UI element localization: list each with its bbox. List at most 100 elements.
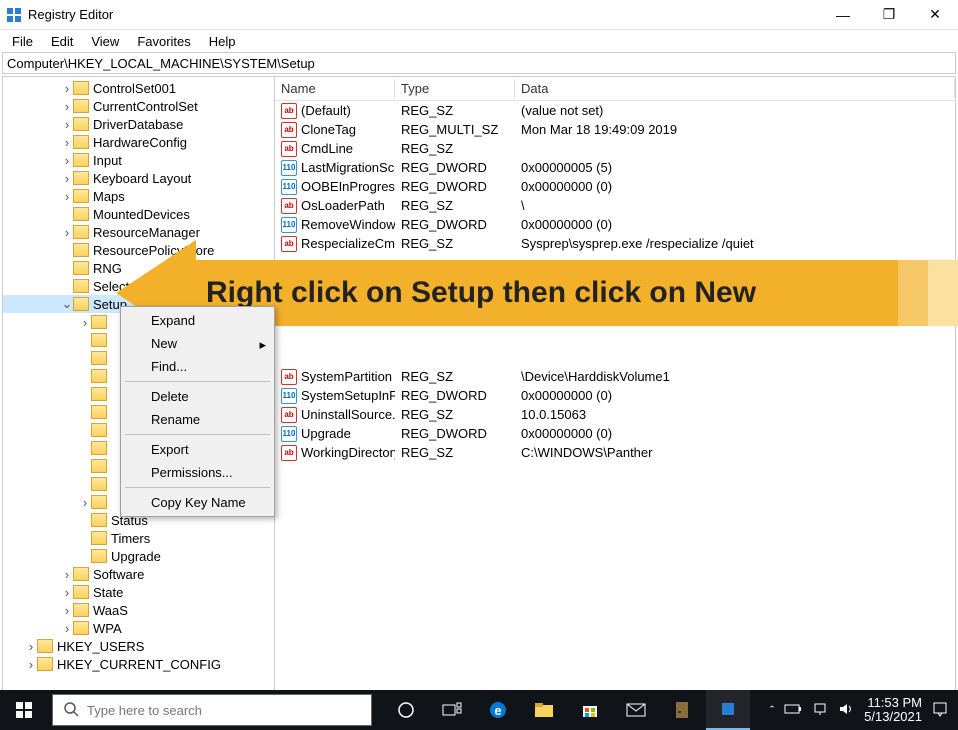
tree-item[interactable]: ›State xyxy=(3,583,274,601)
close-button[interactable]: ✕ xyxy=(912,0,958,30)
folder-icon xyxy=(91,405,107,419)
tree-item[interactable]: Select xyxy=(3,277,274,295)
tray-time[interactable]: 11:53 PM xyxy=(864,696,922,710)
value-row[interactable]: abSystemPartitionREG_SZ\Device\HarddiskV… xyxy=(275,367,955,386)
tray-volume-icon[interactable] xyxy=(838,702,854,719)
context-item-export[interactable]: Export xyxy=(123,438,272,461)
app-icon-1[interactable] xyxy=(660,690,704,730)
tree-item[interactable]: ›Maps xyxy=(3,187,274,205)
context-item-expand[interactable]: Expand xyxy=(123,309,272,332)
tree-item[interactable]: MountedDevices xyxy=(3,205,274,223)
tree-item[interactable]: ResourcePolicyStore xyxy=(3,241,274,259)
edge-icon[interactable]: e xyxy=(476,690,520,730)
store-icon[interactable] xyxy=(568,690,612,730)
expand-icon[interactable]: › xyxy=(61,153,73,168)
address-bar[interactable]: Computer\HKEY_LOCAL_MACHINE\SYSTEM\Setup xyxy=(2,52,956,74)
tree-item[interactable]: ›HardwareConfig xyxy=(3,133,274,151)
tree-item[interactable]: Upgrade xyxy=(3,547,274,565)
value-data: \Device\HarddiskVolume1 xyxy=(515,369,955,384)
file-explorer-icon[interactable] xyxy=(522,690,566,730)
context-item-copy-key-name[interactable]: Copy Key Name xyxy=(123,491,272,514)
tree-item[interactable]: RNG xyxy=(3,259,274,277)
expand-icon[interactable]: › xyxy=(61,567,73,582)
column-header-name[interactable]: Name xyxy=(275,79,395,98)
tree-item[interactable]: ›HKEY_CURRENT_CONFIG xyxy=(3,655,274,673)
mail-icon[interactable] xyxy=(614,690,658,730)
value-row[interactable]: ab(Default)REG_SZ(value not set) xyxy=(275,101,955,120)
value-row[interactable]: 110RemoveWindow...REG_DWORD0x00000000 (0… xyxy=(275,215,955,234)
tree-item[interactable]: ›HKEY_USERS xyxy=(3,637,274,655)
context-item-permissions-[interactable]: Permissions... xyxy=(123,461,272,484)
column-header-data[interactable]: Data xyxy=(515,79,955,98)
expand-icon[interactable]: › xyxy=(61,189,73,204)
folder-icon xyxy=(73,81,89,95)
tree-item[interactable]: ›WaaS xyxy=(3,601,274,619)
value-row[interactable]: abWorkingDirectoryREG_SZC:\WINDOWS\Panth… xyxy=(275,443,955,462)
expand-icon[interactable]: › xyxy=(61,99,73,114)
expand-icon[interactable]: › xyxy=(79,315,91,330)
value-row[interactable]: abRespecializeCm...REG_SZSysprep\sysprep… xyxy=(275,234,955,253)
tree-item[interactable]: ›ResourceManager xyxy=(3,223,274,241)
tray-date[interactable]: 5/13/2021 xyxy=(864,710,922,724)
menu-help[interactable]: Help xyxy=(201,32,244,51)
context-item-delete[interactable]: Delete xyxy=(123,385,272,408)
value-row[interactable]: abCmdLineREG_SZ xyxy=(275,139,955,158)
values-pane[interactable]: Name Type Data ab(Default)REG_SZ(value n… xyxy=(275,77,955,693)
folder-icon xyxy=(73,135,89,149)
tree-item-label: Input xyxy=(93,153,122,168)
expand-icon[interactable]: › xyxy=(61,135,73,150)
expand-icon[interactable]: › xyxy=(61,621,73,636)
folder-icon xyxy=(91,549,107,563)
expand-icon[interactable]: › xyxy=(61,585,73,600)
value-row[interactable]: abCloneTagREG_MULTI_SZMon Mar 18 19:49:0… xyxy=(275,120,955,139)
search-icon xyxy=(63,701,79,720)
cortana-icon[interactable] xyxy=(384,690,428,730)
tree-item[interactable]: Timers xyxy=(3,529,274,547)
expand-icon[interactable]: › xyxy=(79,495,91,510)
expand-icon[interactable]: › xyxy=(61,603,73,618)
expand-icon[interactable]: ⌄ xyxy=(61,296,73,312)
task-view-icon[interactable] xyxy=(430,690,474,730)
value-row[interactable]: abOsLoaderPathREG_SZ\ xyxy=(275,196,955,215)
context-item-new[interactable]: New▸ xyxy=(123,332,272,355)
app-icon-2[interactable] xyxy=(706,690,750,730)
tree-item[interactable]: ›WPA xyxy=(3,619,274,637)
expand-icon[interactable]: › xyxy=(61,171,73,186)
menu-file[interactable]: File xyxy=(4,32,41,51)
value-row[interactable]: 110UpgradeREG_DWORD0x00000000 (0) xyxy=(275,424,955,443)
context-item-rename[interactable]: Rename xyxy=(123,408,272,431)
value-row[interactable]: 110OOBEInProgressREG_DWORD0x00000000 (0) xyxy=(275,177,955,196)
context-item-find-[interactable]: Find... xyxy=(123,355,272,378)
expand-icon[interactable]: › xyxy=(61,81,73,96)
folder-icon xyxy=(91,387,107,401)
tree-item[interactable]: ›Software xyxy=(3,565,274,583)
value-row[interactable]: 110SystemSetupInP...REG_DWORD0x00000000 … xyxy=(275,386,955,405)
expand-icon[interactable]: › xyxy=(25,657,37,672)
tree-item[interactable]: ›ControlSet001 xyxy=(3,79,274,97)
column-header-type[interactable]: Type xyxy=(395,79,515,98)
expand-icon[interactable]: › xyxy=(61,225,73,240)
tray-battery-icon[interactable] xyxy=(784,703,802,718)
tree-item[interactable]: › Input xyxy=(3,151,274,169)
maximize-button[interactable]: ❐ xyxy=(866,0,912,30)
taskbar-search[interactable]: Type here to search xyxy=(52,694,372,726)
tray-network-icon[interactable] xyxy=(812,702,828,719)
value-row[interactable]: 110LastMigrationSc...REG_DWORD0x00000005… xyxy=(275,158,955,177)
menu-view[interactable]: View xyxy=(83,32,127,51)
tree-item[interactable]: ›CurrentControlSet xyxy=(3,97,274,115)
tree-item[interactable]: ›DriverDatabase xyxy=(3,115,274,133)
folder-icon xyxy=(73,225,89,239)
start-button[interactable] xyxy=(0,690,48,730)
value-type: REG_DWORD xyxy=(395,160,515,175)
tree-item[interactable]: ›Keyboard Layout xyxy=(3,169,274,187)
folder-icon xyxy=(91,315,107,329)
minimize-button[interactable]: — xyxy=(820,0,866,30)
expand-icon[interactable]: › xyxy=(25,639,37,654)
notifications-icon[interactable] xyxy=(932,701,948,720)
menu-favorites[interactable]: Favorites xyxy=(129,32,198,51)
menu-edit[interactable]: Edit xyxy=(43,32,81,51)
tray-chevron-icon[interactable]: ˆ xyxy=(770,703,774,718)
value-type: REG_DWORD xyxy=(395,388,515,403)
expand-icon[interactable]: › xyxy=(61,117,73,132)
value-row[interactable]: abUninstallSource...REG_SZ10.0.15063 xyxy=(275,405,955,424)
